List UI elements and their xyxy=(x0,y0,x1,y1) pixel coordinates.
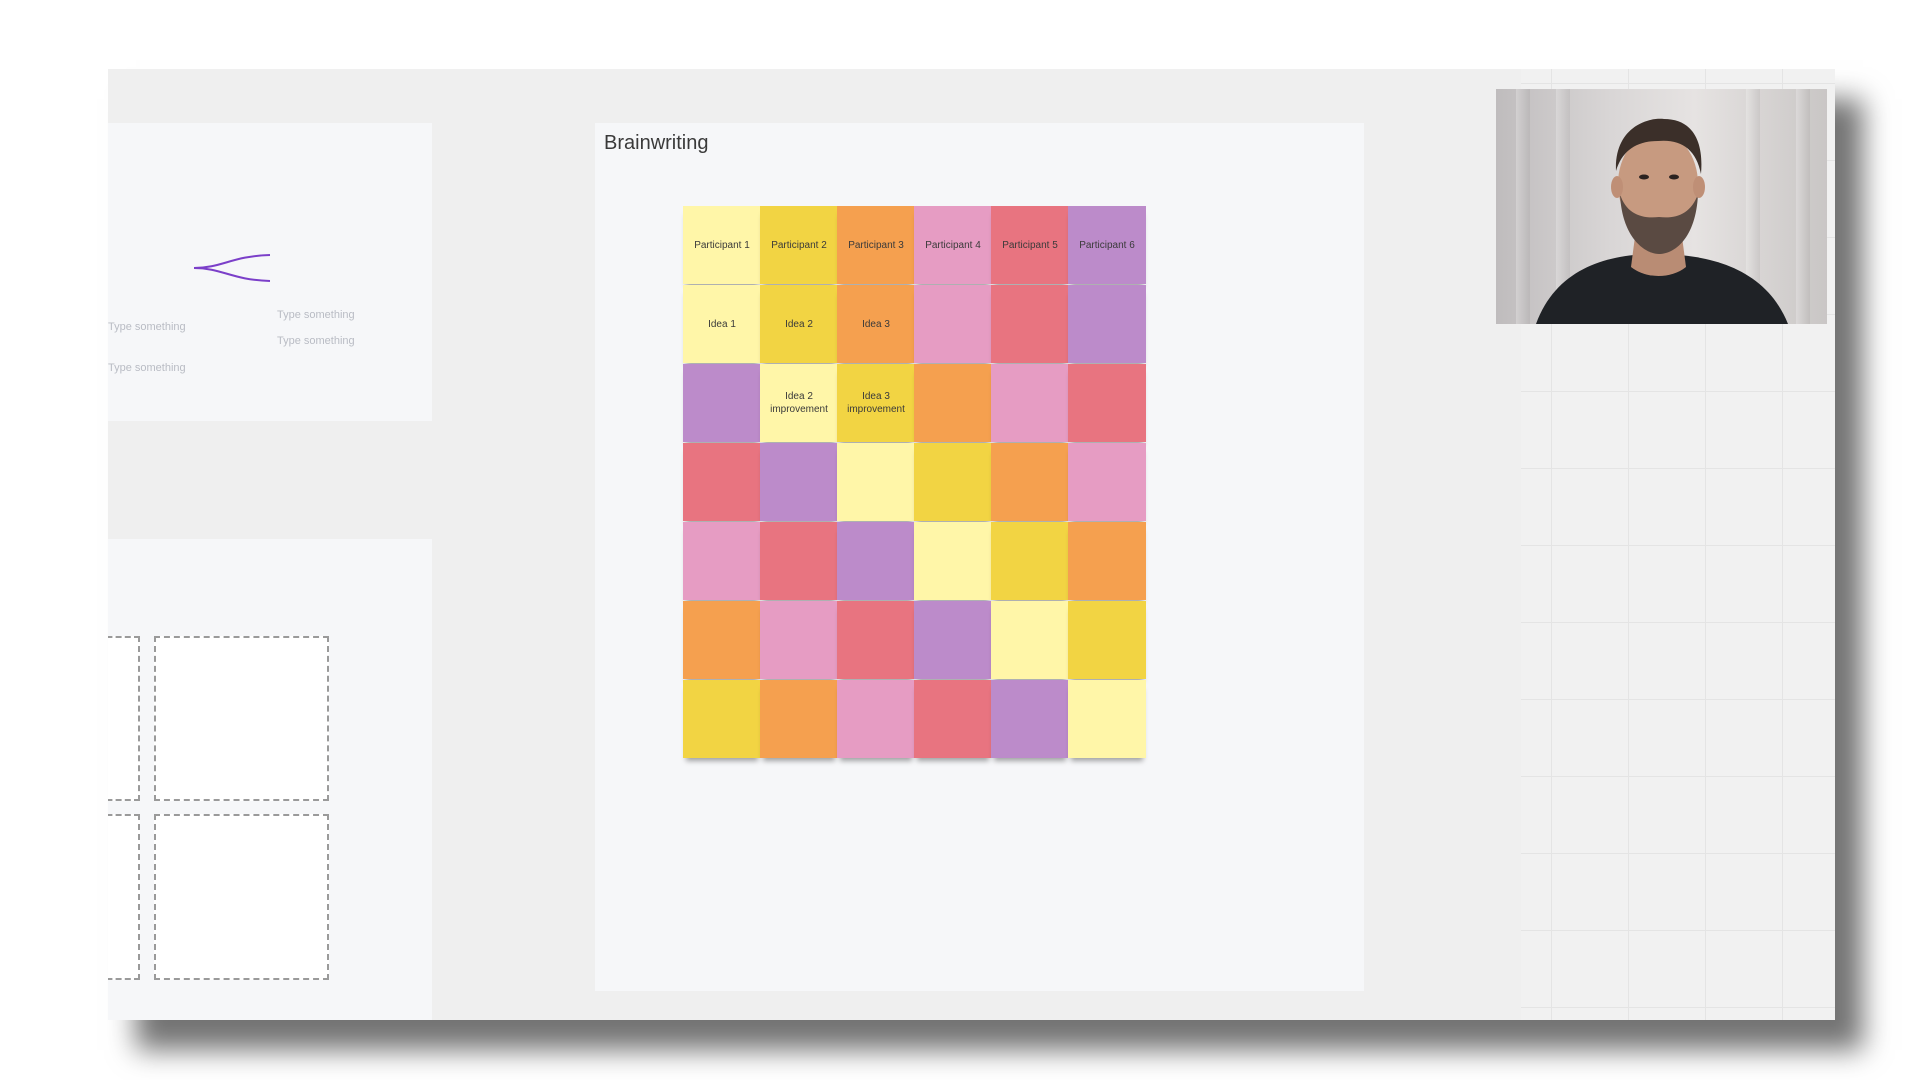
placeholder-box-1[interactable] xyxy=(108,636,140,801)
sticky-note[interactable] xyxy=(1068,522,1146,600)
sticky-note[interactable]: Participant 2 xyxy=(760,206,838,284)
sticky-note[interactable] xyxy=(1068,443,1146,521)
mindmap-child-node-1[interactable]: Type something xyxy=(277,309,355,321)
frame-title[interactable]: Brainwriting xyxy=(604,132,708,155)
brainwriting-frame[interactable]: Brainwriting Participant 1 Participant 2P… xyxy=(595,123,1364,991)
mindmap-child-node-2[interactable]: Type something xyxy=(277,335,355,347)
sticky-note[interactable] xyxy=(760,522,838,600)
sticky-note[interactable]: Participant 5 xyxy=(991,206,1069,284)
sticky-note[interactable] xyxy=(683,443,761,521)
sticky-note[interactable] xyxy=(837,601,915,679)
sticky-note[interactable]: Idea 3 improvement xyxy=(837,364,915,442)
placeholder-box-2[interactable] xyxy=(154,636,329,801)
presenter-webcam-icon xyxy=(1536,118,1788,324)
sticky-note[interactable] xyxy=(991,285,1069,363)
sticky-note[interactable] xyxy=(991,601,1069,679)
mindmap-sibling-node[interactable]: Type something xyxy=(108,362,186,374)
whiteboard-canvas[interactable]: Type something Type something Type somet… xyxy=(108,69,1835,1020)
sticky-note[interactable] xyxy=(683,364,761,442)
sticky-note[interactable]: Idea 2 improvement xyxy=(760,364,838,442)
sticky-note[interactable] xyxy=(1068,364,1146,442)
sticky-note[interactable] xyxy=(914,364,992,442)
sticky-note[interactable]: Participant 3 xyxy=(837,206,915,284)
sticky-note[interactable] xyxy=(914,522,992,600)
sticky-note[interactable] xyxy=(1068,601,1146,679)
placeholder-box-3[interactable] xyxy=(108,814,140,980)
placeholder-box-4[interactable] xyxy=(154,814,329,980)
sticky-note[interactable] xyxy=(837,680,915,758)
sticky-note[interactable] xyxy=(1068,680,1146,758)
sticky-note[interactable] xyxy=(1068,285,1146,363)
sticky-note[interactable] xyxy=(991,364,1069,442)
sticky-note[interactable] xyxy=(760,443,838,521)
sticky-note[interactable] xyxy=(914,601,992,679)
sticky-note[interactable] xyxy=(991,680,1069,758)
sticky-note[interactable] xyxy=(837,522,915,600)
sticky-note[interactable]: Participant 4 xyxy=(914,206,992,284)
presenter-video xyxy=(1496,89,1827,324)
sticky-note[interactable] xyxy=(683,680,761,758)
sticky-note[interactable] xyxy=(914,680,992,758)
sticky-note[interactable] xyxy=(991,522,1069,600)
sticky-note[interactable] xyxy=(760,601,838,679)
mindmap-connector-lines xyxy=(193,254,271,282)
sticky-note[interactable] xyxy=(683,601,761,679)
sticky-note[interactable] xyxy=(683,522,761,600)
sticky-note[interactable] xyxy=(837,443,915,521)
sticky-note[interactable] xyxy=(991,443,1069,521)
sticky-note[interactable] xyxy=(760,680,838,758)
sticky-note[interactable]: Participant 6 xyxy=(1068,206,1146,284)
mindmap-root-node[interactable]: Type something xyxy=(108,321,186,333)
sticky-note[interactable]: Idea 3 xyxy=(837,285,915,363)
sticky-note[interactable]: Idea 2 xyxy=(760,285,838,363)
sticky-note[interactable]: Participant 1 xyxy=(683,206,761,284)
sticky-note[interactable] xyxy=(914,443,992,521)
sticky-note[interactable]: Idea 1 xyxy=(683,285,761,363)
sticky-note[interactable] xyxy=(914,285,992,363)
